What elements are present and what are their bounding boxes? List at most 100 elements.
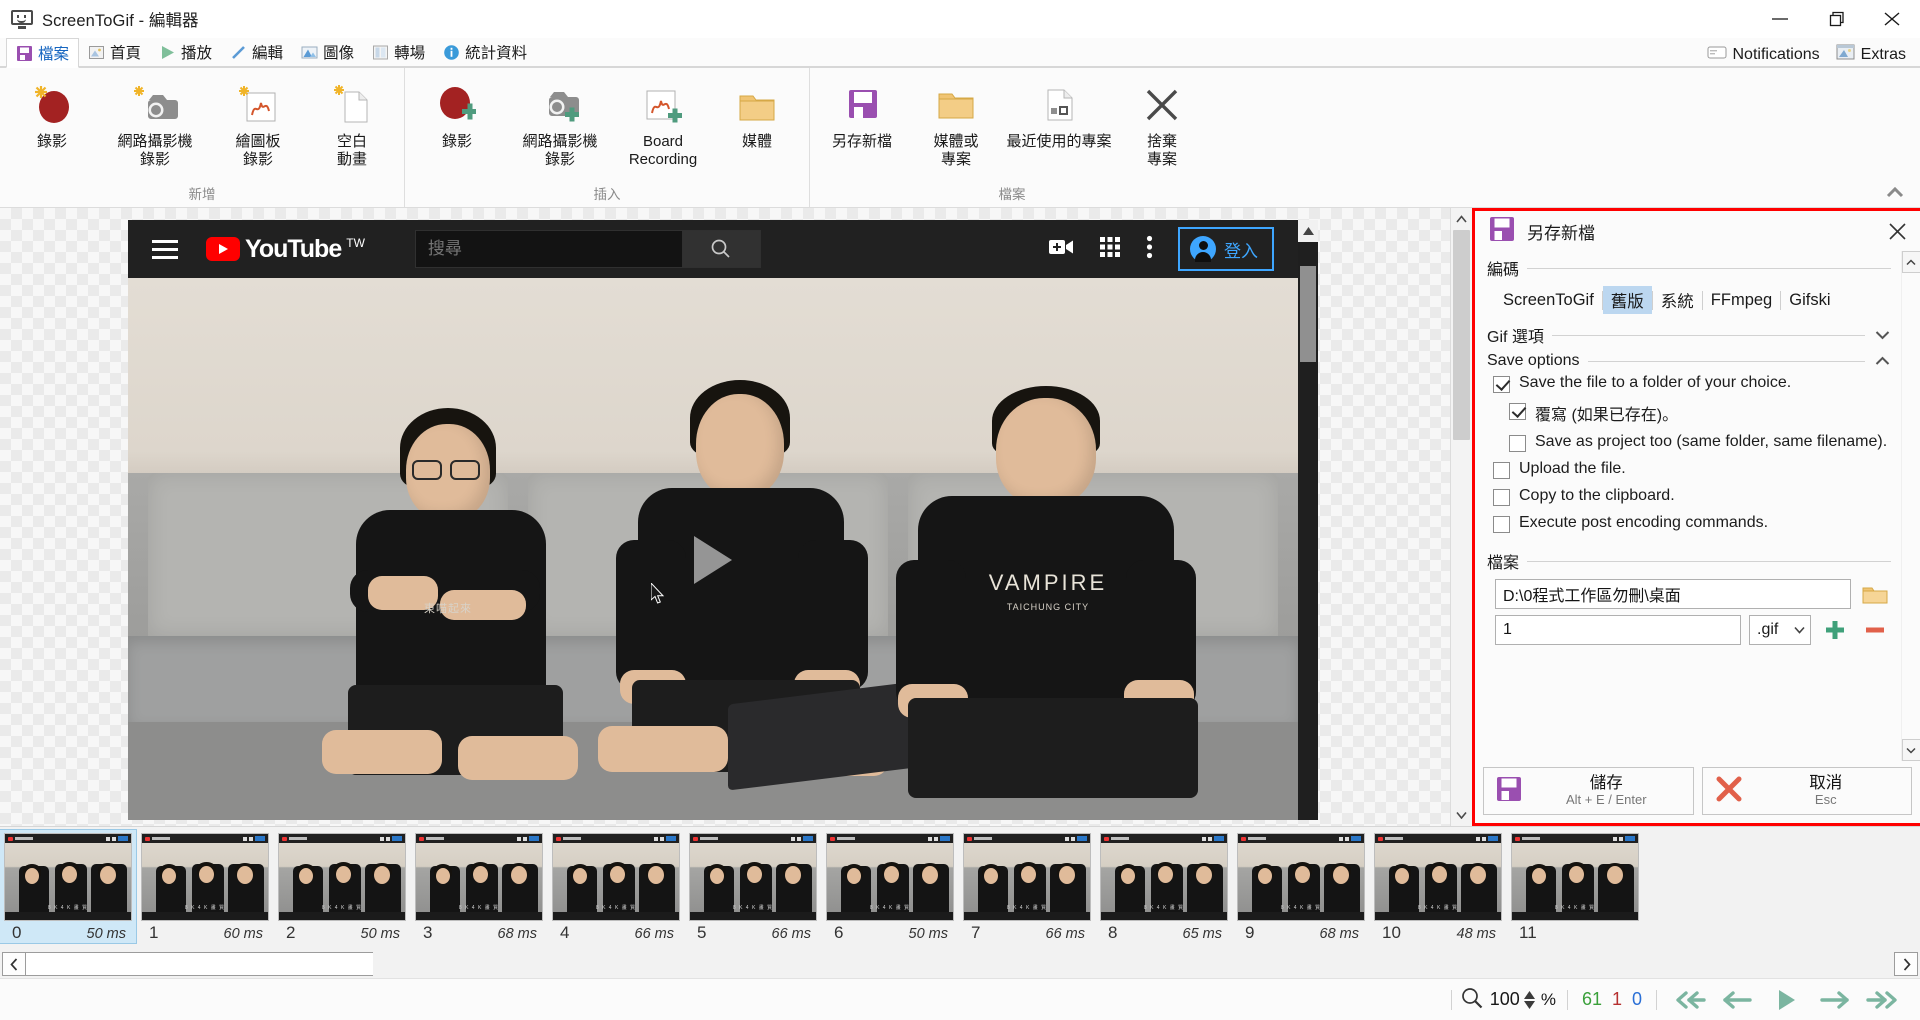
filmstrip-frame[interactable]: 8 K 4 K 畫 質 3 68 ms xyxy=(411,830,547,943)
frame-filmstrip[interactable]: 8 K 4 K 畫 質 0 50 ms 8 K 4 K 畫 質 1 60 ms 8 K 4 … xyxy=(0,826,1920,950)
preview-canvas[interactable]: YouTube TW 搜尋 登入 東喵起來 VAMPIRE TAICHUNG C… xyxy=(0,208,1450,826)
new-blank-animation-button[interactable]: 空白 動畫 xyxy=(306,73,398,177)
save-panel-scroll-track[interactable] xyxy=(1911,273,1912,739)
grid-apps-icon[interactable] xyxy=(1099,236,1121,262)
folder-browse-icon[interactable] xyxy=(1859,579,1891,609)
discard-project-button[interactable]: 捨棄 專案 xyxy=(1116,73,1208,177)
extras-button[interactable]: Extras xyxy=(1832,42,1910,67)
insert-media-button[interactable]: 媒體 xyxy=(711,73,803,177)
filmstrip-frame[interactable]: 8 K 4 K 畫 質 1 60 ms xyxy=(137,830,273,943)
search-button[interactable] xyxy=(682,230,761,268)
notifications-button[interactable]: Notifications xyxy=(1703,43,1824,67)
preview-scroll-up-button[interactable] xyxy=(1298,220,1318,242)
close-button[interactable] xyxy=(1864,0,1920,38)
file-name-input[interactable]: 1 xyxy=(1495,615,1741,645)
insert-board-recording-button[interactable]: Board Recording xyxy=(617,73,709,177)
save-panel-scroll-up-button[interactable] xyxy=(1901,251,1920,273)
add-preset-button[interactable] xyxy=(1819,615,1851,645)
checkbox-upload-file[interactable] xyxy=(1493,462,1510,479)
recent-projects-button[interactable]: 最近使用的專案 xyxy=(1004,73,1114,177)
last-frame-button[interactable] xyxy=(1858,981,1906,1019)
filmstrip-scroll-right-button[interactable] xyxy=(1894,952,1918,976)
encoder-system[interactable]: 系統 xyxy=(1653,286,1702,314)
canvas-scroll-down-button[interactable] xyxy=(1451,804,1472,826)
canvas-scroll-up-button[interactable] xyxy=(1451,208,1472,230)
previous-frame-button[interactable] xyxy=(1714,981,1762,1019)
insert-webcam-recording-button[interactable]: 網路攝影機 錄影 xyxy=(505,73,615,177)
checkbox-post-encoding[interactable] xyxy=(1493,516,1510,533)
tab-edit[interactable]: 編輯 xyxy=(221,37,292,67)
zoom-stepper[interactable] xyxy=(1523,990,1535,1009)
tab-file[interactable]: 檔案 xyxy=(6,38,80,68)
hamburger-icon[interactable] xyxy=(152,239,178,259)
tab-transitions[interactable]: 轉場 xyxy=(363,37,434,67)
option-save-to-folder[interactable]: Save the file to a folder of your choice… xyxy=(1487,370,1891,397)
option-copy-clipboard[interactable]: Copy to the clipboard. xyxy=(1487,483,1891,510)
chevron-up-icon[interactable] xyxy=(1873,356,1891,366)
minimize-button[interactable] xyxy=(1752,0,1808,38)
next-frame-button[interactable] xyxy=(1810,981,1858,1019)
new-webcam-recording-button[interactable]: 網路攝影機 錄影 xyxy=(100,73,210,177)
checkbox-overwrite[interactable] xyxy=(1509,403,1526,420)
canvas-vertical-scrollbar[interactable] xyxy=(1450,208,1472,826)
filmstrip-frame[interactable]: 8 K 4 K 畫 質 9 68 ms xyxy=(1233,830,1369,943)
cancel-button[interactable]: 取消 Esc xyxy=(1701,767,1912,815)
close-x-icon[interactable] xyxy=(1880,214,1914,248)
magnifier-icon[interactable] xyxy=(1461,987,1483,1013)
tab-home[interactable]: 首頁 xyxy=(79,37,150,67)
youtube-logo[interactable]: YouTube TW xyxy=(206,236,365,262)
gif-options-section-header[interactable]: Gif 選項 xyxy=(1487,323,1891,347)
canvas-scroll-track[interactable] xyxy=(1451,230,1472,804)
youtube-search[interactable] xyxy=(414,230,761,268)
checkbox-save-as-project[interactable] xyxy=(1509,435,1526,452)
option-overwrite[interactable]: 覆寫 (如果已存在)。 xyxy=(1487,397,1891,429)
restore-button[interactable] xyxy=(1808,0,1864,38)
video-plus-icon[interactable] xyxy=(1048,237,1074,261)
filmstrip-frame[interactable]: 8 K 4 K 畫 質 10 48 ms xyxy=(1370,830,1506,943)
search-input[interactable] xyxy=(414,230,683,268)
preview-scroll-thumb[interactable] xyxy=(1300,266,1316,362)
insert-recording-button[interactable]: 錄影 xyxy=(411,73,503,177)
checkbox-save-to-folder[interactable] xyxy=(1493,376,1510,393)
preview-inner-scrollbar[interactable] xyxy=(1298,220,1318,820)
filmstrip-frame[interactable]: 8 K 4 K 畫 質 6 50 ms xyxy=(822,830,958,943)
encoder-gifski[interactable]: Gifski xyxy=(1781,289,1838,312)
option-upload-file[interactable]: Upload the file. xyxy=(1487,456,1891,483)
canvas-scroll-thumb[interactable] xyxy=(1453,230,1470,440)
chevron-down-icon[interactable] xyxy=(1873,330,1891,340)
tab-image[interactable]: 圖像 xyxy=(292,37,363,67)
play-triangle-icon[interactable] xyxy=(694,535,732,584)
open-media-project-button[interactable]: 媒體或 專案 xyxy=(910,73,1002,177)
file-path-input[interactable]: D:\0程式工作區勿刪\桌面 xyxy=(1495,579,1851,609)
zoom-value[interactable]: 100 xyxy=(1490,989,1520,1010)
filmstrip-frame[interactable]: 8 K 4 K 畫 質 8 65 ms xyxy=(1096,830,1232,943)
filmstrip-frame[interactable]: 8 K 4 K 畫 質 2 50 ms xyxy=(274,830,410,943)
save-panel-scroll-down-button[interactable] xyxy=(1901,739,1920,761)
encoder-screentogif[interactable]: ScreenToGif xyxy=(1495,289,1602,312)
filmstrip-frame[interactable]: 8 K 4 K 畫 質 0 50 ms xyxy=(0,829,137,944)
save-button[interactable]: 儲存 Alt + E / Enter xyxy=(1483,767,1694,815)
filmstrip-scroll-left-button[interactable] xyxy=(2,952,26,976)
ribbon-collapse-button[interactable] xyxy=(1882,181,1908,203)
option-save-as-project[interactable]: Save as project too (same folder, same f… xyxy=(1487,429,1891,456)
tab-statistics[interactable]: 統計資料 xyxy=(434,37,536,67)
filmstrip-scroll-thumb[interactable] xyxy=(26,953,373,975)
save-options-section-header[interactable]: Save options xyxy=(1487,352,1891,370)
filmstrip-scroll-track[interactable] xyxy=(26,952,373,976)
file-extension-select[interactable]: .gif xyxy=(1749,615,1811,645)
filmstrip-frame[interactable]: 8 K 4 K 畫 質 7 66 ms xyxy=(959,830,1095,943)
save-panel-scrollbar[interactable] xyxy=(1901,251,1920,761)
filmstrip-frame[interactable]: 8 K 4 K 畫 質 4 66 ms xyxy=(548,830,684,943)
save-as-button[interactable]: 另存新檔 xyxy=(816,73,908,177)
checkbox-copy-clipboard[interactable] xyxy=(1493,489,1510,506)
filmstrip-horizontal-scrollbar[interactable] xyxy=(0,950,1920,978)
tab-playback[interactable]: 播放 xyxy=(150,37,221,67)
kebab-menu-icon[interactable] xyxy=(1146,235,1153,263)
remove-preset-button[interactable] xyxy=(1859,615,1891,645)
encoder-ffmpeg[interactable]: FFmpeg xyxy=(1703,289,1780,312)
play-button[interactable] xyxy=(1762,981,1810,1019)
encoder-legacy[interactable]: 舊版 xyxy=(1602,286,1652,314)
option-post-encoding[interactable]: Execute post encoding commands. xyxy=(1487,510,1891,537)
first-frame-button[interactable] xyxy=(1666,981,1714,1019)
signin-button[interactable]: 登入 xyxy=(1178,227,1274,271)
